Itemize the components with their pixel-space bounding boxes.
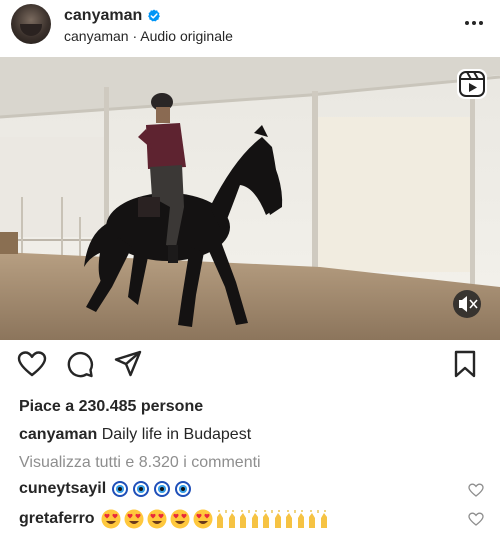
nazar-amulet-icon (112, 481, 129, 497)
heart-eyes-emoji-icon (101, 509, 121, 529)
verified-badge-icon (148, 9, 161, 22)
nazar-amulet-icon (154, 481, 171, 497)
video-frame (0, 57, 500, 340)
username-row[interactable]: canyaman (64, 7, 161, 25)
comment-icon[interactable] (66, 350, 94, 378)
caption: canyaman Daily life in Budapest (19, 426, 251, 444)
heart-eyes-emoji-icon (170, 509, 190, 529)
audio-subtitle[interactable]: canyaman · Audio originale (64, 28, 233, 44)
nazar-amulet-icon (133, 481, 150, 497)
post-video[interactable] (0, 57, 500, 340)
action-bar (0, 350, 500, 390)
mute-icon[interactable] (453, 290, 481, 318)
caption-username[interactable]: canyaman (19, 426, 97, 443)
post-header: canyaman canyaman · Audio originale (0, 0, 500, 50)
avatar[interactable] (11, 4, 51, 44)
comment-row: gretaferro (19, 509, 331, 529)
raising-hands-emoji-icon (308, 510, 327, 528)
comment-row: cuneytsayil (19, 480, 196, 498)
view-all-comments-link[interactable]: Visualizza tutti e 8.320 i commenti (19, 454, 261, 472)
likes-count[interactable]: Piace a 230.485 persone (19, 398, 203, 416)
heart-eyes-emoji-icon (193, 509, 213, 529)
heart-eyes-emoji-icon (147, 509, 167, 529)
bookmark-icon[interactable] (453, 350, 477, 378)
more-icon[interactable] (462, 13, 486, 33)
raising-hands-emoji-icon (216, 510, 235, 528)
raising-hands-emoji-icon (262, 510, 281, 528)
comment-like-icon[interactable] (468, 483, 484, 497)
raising-hands-emoji-icon (285, 510, 304, 528)
username[interactable]: canyaman (64, 7, 142, 25)
raising-hands-emoji-icon (239, 510, 258, 528)
share-icon[interactable] (114, 350, 142, 378)
nazar-amulet-icon (175, 481, 192, 497)
heart-eyes-emoji-icon (124, 509, 144, 529)
heart-icon[interactable] (17, 350, 47, 378)
reels-icon[interactable] (457, 69, 487, 99)
comment-username[interactable]: gretaferro (19, 510, 95, 528)
comment-like-icon[interactable] (468, 512, 484, 526)
comment-username[interactable]: cuneytsayil (19, 480, 106, 498)
caption-text: Daily life in Budapest (101, 426, 252, 443)
